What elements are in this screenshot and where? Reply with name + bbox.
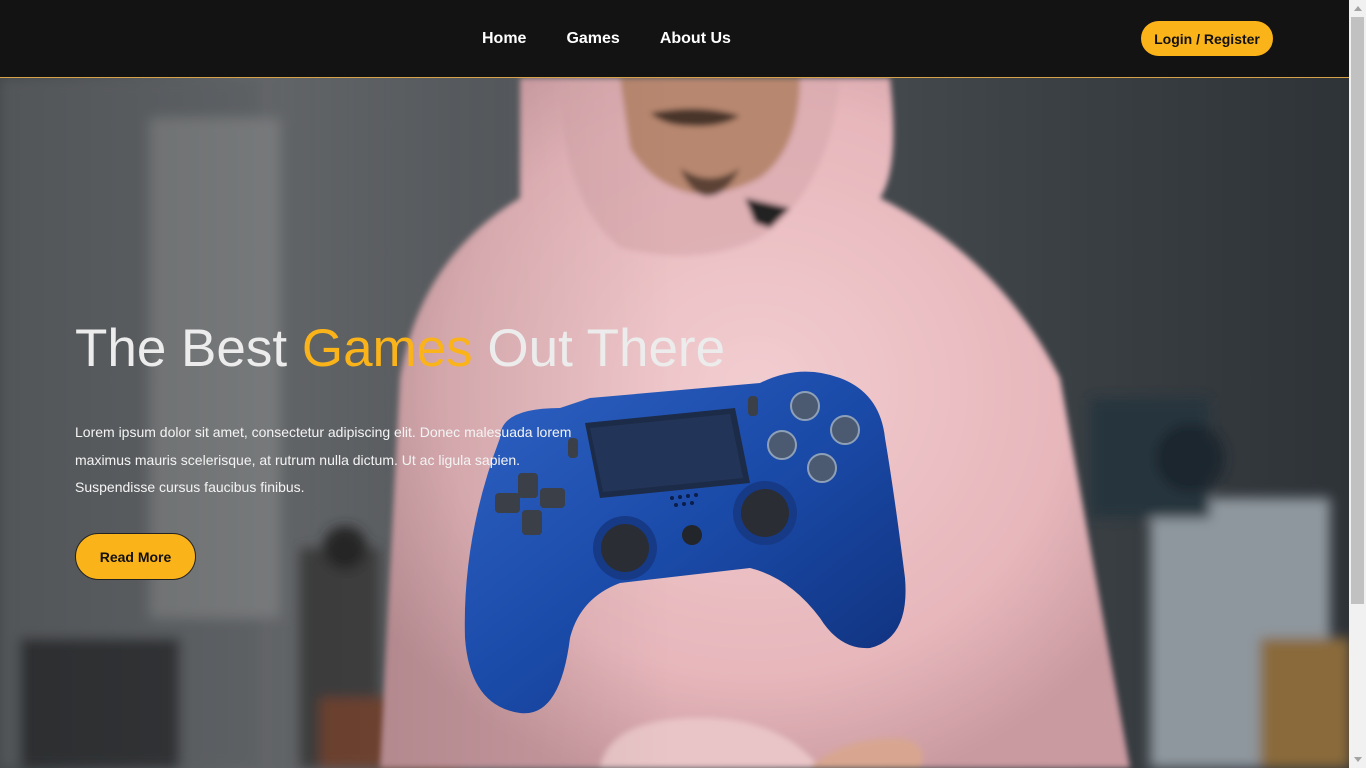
page-scrollbar[interactable] — [1349, 0, 1366, 768]
login-register-button[interactable]: Login / Register — [1141, 21, 1273, 56]
hero-title-end: Out There — [472, 319, 726, 378]
scroll-up-arrow-icon[interactable] — [1349, 0, 1366, 17]
nav-about-link[interactable]: About Us — [660, 30, 731, 48]
nav-games-link[interactable]: Games — [566, 30, 619, 48]
hero-title-start: The Best — [75, 319, 302, 378]
main-nav: Home Games About Us — [482, 0, 731, 77]
scroll-down-arrow-icon[interactable] — [1349, 751, 1366, 768]
hero-title: The Best Games Out There — [75, 318, 725, 379]
scrollbar-thumb[interactable] — [1351, 17, 1364, 604]
nav-home-link[interactable]: Home — [482, 30, 526, 48]
hero-title-accent: Games — [301, 319, 473, 378]
hero-section: The Best Games Out There Lorem ipsum dol… — [0, 78, 1349, 768]
hero-description: Lorem ipsum dolor sit amet, consectetur … — [75, 424, 572, 495]
site-header: Home Games About Us Login / Register — [0, 0, 1349, 78]
read-more-button[interactable]: Read More — [75, 533, 196, 580]
